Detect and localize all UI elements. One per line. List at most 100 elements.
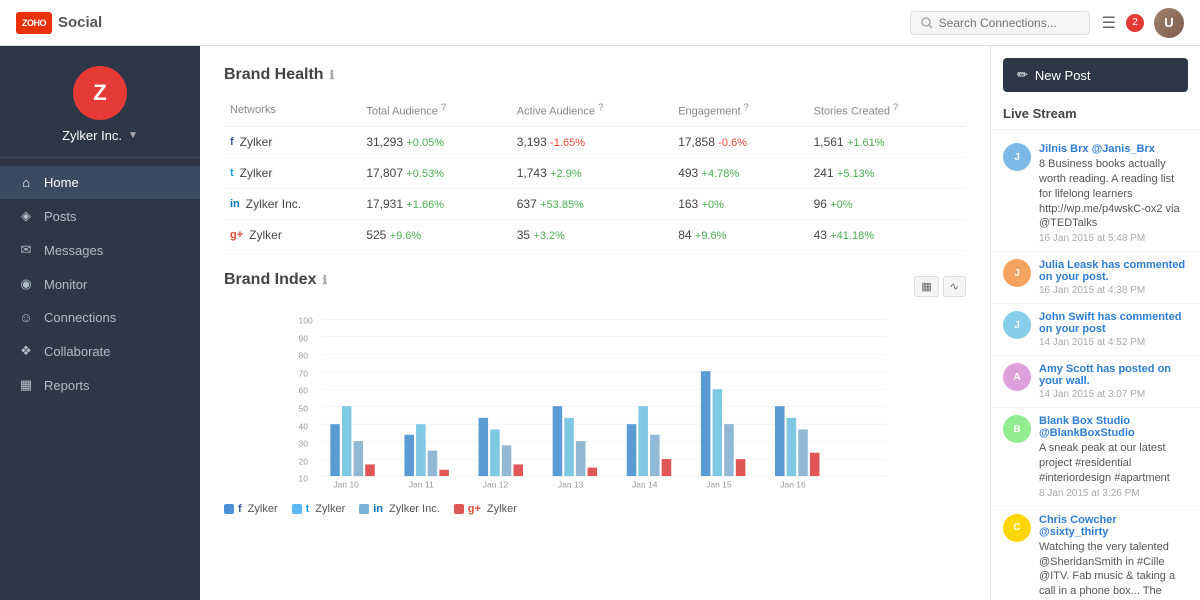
col-total-audience: Total Audience ? [360, 98, 510, 126]
notification-badge[interactable]: 2 [1126, 14, 1144, 32]
chart-legend: f Zylker t Zylker in Zylker Inc. g+ Zylk… [224, 503, 966, 515]
svg-text:Jan 16: Jan 16 [780, 479, 806, 489]
svg-text:Jan 13: Jan 13 [558, 479, 584, 489]
engagement: 163 +0% [672, 188, 807, 219]
stream-user: Julia Leask has commented on your post. [1039, 259, 1188, 283]
stream-user: Chris Cowcher @sixty_thirty [1039, 514, 1188, 538]
reports-icon: ▦ [18, 377, 34, 393]
sidebar-nav: ⌂ Home ◈ Posts ✉ Messages ◉ Monitor ☺ [0, 158, 200, 600]
table-row: t Zylker 17,807 +0.53% 1,743 +2.9% 493 +… [224, 157, 966, 188]
stream-item: C Chris Cowcher @sixty_thirty Watching t… [991, 507, 1200, 600]
table-row: f Zylker 31,293 +0.05% 3,193 -1.65% 17,8… [224, 126, 966, 157]
svg-text:60: 60 [299, 385, 309, 395]
chart-svg: 100 90 80 70 60 50 40 30 20 10 [224, 313, 966, 493]
stream-text: Watching the very talented @SheridanSmit… [1039, 540, 1188, 600]
stream-item: J John Swift has commented on your post … [991, 304, 1200, 356]
network-cell: f Zylker [224, 126, 360, 157]
stream-content: Chris Cowcher @sixty_thirty Watching the… [1039, 514, 1188, 600]
brand-health-title: Brand Health ℹ [224, 66, 966, 84]
sidebar-item-reports[interactable]: ▦ Reports [0, 368, 200, 402]
stream-avatar: J [1003, 311, 1031, 339]
active-audience: 637 +53.85% [511, 188, 672, 219]
stream-avatar: J [1003, 143, 1031, 171]
stream-user: John Swift has commented on your post [1039, 311, 1188, 335]
profile-avatar: Z [73, 66, 127, 120]
sidebar-item-label: Posts [44, 209, 77, 224]
connections-icon: ☺ [18, 310, 34, 325]
bar-chart-btn[interactable]: ▦ [914, 276, 938, 297]
engagement: 17,858 -0.6% [672, 126, 807, 157]
col-active-audience: Active Audience ? [511, 98, 672, 126]
total-audience: 17,931 +1.66% [360, 188, 510, 219]
svg-text:100: 100 [299, 315, 313, 325]
legend-tw-color [292, 504, 302, 514]
stream-content: Jilnis Brx @Janis_Brx 8 Business books a… [1039, 143, 1188, 244]
new-post-button[interactable]: ✏ New Post [1003, 58, 1188, 92]
legend-linkedin: in Zylker Inc. [359, 503, 440, 515]
svg-text:50: 50 [299, 403, 309, 413]
network-icon: in [230, 198, 240, 210]
search-box[interactable] [910, 11, 1090, 35]
live-stream-list: J Jilnis Brx @Janis_Brx 8 Business books… [991, 130, 1200, 600]
stories-created: 1,561 +1.61% [808, 126, 966, 157]
svg-text:Jan 15: Jan 15 [706, 479, 732, 489]
sidebar: Z Zylker Inc. ▼ ⌂ Home ◈ Posts ✉ Message… [0, 46, 200, 600]
stream-content: Blank Box Studio @BlankBoxStudio A sneak… [1039, 415, 1188, 499]
sidebar-item-home[interactable]: ⌂ Home [0, 166, 200, 199]
engagement: 493 +4.78% [672, 157, 807, 188]
svg-text:30: 30 [299, 438, 309, 448]
svg-text:20: 20 [299, 456, 309, 466]
messages-icon: ✉ [18, 242, 34, 258]
sidebar-item-posts[interactable]: ◈ Posts [0, 199, 200, 233]
profile-chevron-icon[interactable]: ▼ [128, 130, 138, 141]
search-icon [921, 17, 933, 29]
sidebar-item-connections[interactable]: ☺ Connections [0, 301, 200, 334]
legend-li-color [359, 504, 369, 514]
sidebar-item-collaborate[interactable]: ❖ Collaborate [0, 334, 200, 368]
network-cell: t Zylker [224, 157, 360, 188]
stream-user: Amy Scott has posted on your wall. [1039, 363, 1188, 387]
home-icon: ⌂ [18, 175, 34, 190]
stream-content: Amy Scott has posted on your wall. 14 Ja… [1039, 363, 1188, 400]
sidebar-item-messages[interactable]: ✉ Messages [0, 233, 200, 267]
search-input[interactable] [939, 16, 1079, 30]
svg-text:Jan 10: Jan 10 [333, 479, 359, 489]
edit-icon: ✏ [1017, 67, 1028, 83]
sidebar-item-label: Messages [44, 243, 103, 258]
stream-item: J Julia Leask has commented on your post… [991, 252, 1200, 304]
legend-facebook: f Zylker [224, 503, 278, 515]
top-bar: ZOHO Social ☰ 2 U [0, 0, 1200, 46]
active-audience: 35 +3.2% [511, 219, 672, 250]
stream-content: John Swift has commented on your post 14… [1039, 311, 1188, 348]
stories-created: 96 +0% [808, 188, 966, 219]
col-engagement: Engagement ? [672, 98, 807, 126]
top-bar-icons: ☰ 2 U [1102, 8, 1184, 38]
svg-text:40: 40 [299, 421, 309, 431]
sidebar-item-label: Connections [44, 310, 116, 325]
stream-avatar: A [1003, 363, 1031, 391]
network-cell: in Zylker Inc. [224, 188, 360, 219]
stream-user: Jilnis Brx @Janis_Brx [1039, 143, 1188, 155]
user-avatar[interactable]: U [1154, 8, 1184, 38]
brand-index-info-icon: ℹ [322, 273, 327, 287]
stream-avatar: J [1003, 259, 1031, 287]
total-audience: 31,293 +0.05% [360, 126, 510, 157]
menu-icon[interactable]: ☰ [1102, 13, 1116, 33]
sidebar-item-monitor[interactable]: ◉ Monitor [0, 267, 200, 301]
stream-time: 16 Jan 2015 at 5:48 PM [1039, 233, 1188, 244]
content-area: Brand Health ℹ Networks Total Audience ?… [200, 46, 990, 600]
svg-text:Jan 11: Jan 11 [409, 479, 434, 489]
total-audience: 525 +9.6% [360, 219, 510, 250]
monitor-icon: ◉ [18, 276, 34, 292]
network-cell: g+ Zylker [224, 219, 360, 250]
sidebar-item-label: Collaborate [44, 344, 111, 359]
stream-user: Blank Box Studio @BlankBoxStudio [1039, 415, 1188, 439]
col-networks: Networks [224, 98, 360, 126]
line-chart-btn[interactable]: ∿ [943, 276, 966, 297]
live-stream-title: Live Stream [991, 102, 1200, 130]
brand-index-chart: 100 90 80 70 60 50 40 30 20 10 [224, 313, 966, 493]
svg-text:70: 70 [299, 368, 309, 378]
sidebar-item-label: Reports [44, 378, 90, 393]
stream-time: 14 Jan 2015 at 4:52 PM [1039, 337, 1188, 348]
stream-item: A Amy Scott has posted on your wall. 14 … [991, 356, 1200, 408]
